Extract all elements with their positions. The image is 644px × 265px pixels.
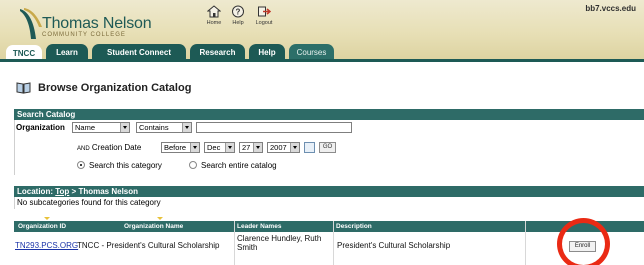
creation-date-label: AND Creation Date bbox=[77, 143, 141, 152]
table-row: TN293.PCS.ORG TNCC - President's Cultura… bbox=[14, 233, 644, 259]
breadcrumb-current: Thomas Nelson bbox=[78, 187, 139, 196]
top-links: Home ? Help Logout bbox=[197, 5, 287, 35]
column-organization-id[interactable]: Organization ID bbox=[18, 223, 66, 230]
search-field-value: Name bbox=[75, 123, 96, 132]
scope-this-category-radio[interactable] bbox=[77, 161, 85, 169]
organization-id-link[interactable]: TN293.PCS.ORG bbox=[15, 241, 78, 250]
sort-indicator-icon bbox=[44, 217, 50, 220]
and-label: AND bbox=[77, 146, 90, 152]
tab-courses[interactable]: Courses bbox=[289, 44, 334, 62]
row-leader-names: Clarence Hundley, Ruth Smith bbox=[237, 234, 321, 252]
chevron-down-icon bbox=[290, 143, 299, 152]
chevron-down-icon bbox=[182, 123, 191, 132]
column-leader-names[interactable]: Leader Names bbox=[237, 223, 281, 230]
home-icon bbox=[207, 5, 221, 18]
search-catalog-panel: Organization Name Contains AND Creation … bbox=[14, 120, 644, 175]
date-operator-select[interactable]: Before bbox=[161, 142, 200, 153]
chevron-down-icon bbox=[190, 143, 199, 152]
home-label: Home bbox=[206, 20, 222, 26]
search-catalog-header: Search Catalog bbox=[14, 109, 644, 120]
date-label: Creation Date bbox=[91, 143, 142, 152]
no-subcategories-message: No subcategories found for this category bbox=[14, 197, 644, 209]
tab-research[interactable]: Research bbox=[190, 44, 245, 62]
logo-swoosh-icon bbox=[20, 8, 42, 39]
tab-learn[interactable]: Learn bbox=[46, 44, 88, 62]
day-select[interactable]: 27 bbox=[239, 142, 263, 153]
month-select[interactable]: Dec bbox=[204, 142, 235, 153]
highlight-circle-annotation bbox=[557, 218, 610, 265]
organization-label: Organization bbox=[16, 123, 65, 132]
row-description: President's Cultural Scholarship bbox=[337, 241, 451, 250]
scope-entire-catalog-radio[interactable] bbox=[189, 161, 197, 169]
chevron-down-icon bbox=[225, 143, 234, 152]
host-name: bb7.vccs.edu bbox=[585, 4, 636, 13]
month-value: Dec bbox=[207, 143, 221, 152]
day-value: 27 bbox=[242, 143, 251, 152]
row-organization-id: TN293.PCS.ORG bbox=[15, 241, 78, 250]
column-organization-name[interactable]: Organization Name bbox=[124, 223, 183, 230]
year-value: 2007 bbox=[270, 143, 287, 152]
logout-link[interactable]: Logout bbox=[249, 5, 279, 26]
location-label: Location: bbox=[17, 187, 53, 196]
logout-label: Logout bbox=[255, 20, 273, 26]
scope-entire-catalog-label: Search entire catalog bbox=[201, 161, 277, 170]
chevron-down-icon bbox=[253, 143, 262, 152]
svg-text:?: ? bbox=[236, 8, 241, 17]
page-title-text: Browse Organization Catalog bbox=[38, 82, 192, 94]
search-input[interactable] bbox=[196, 122, 352, 133]
book-icon bbox=[16, 82, 31, 94]
date-operator-value: Before bbox=[164, 143, 187, 152]
logo-title: Thomas Nelson bbox=[42, 15, 152, 32]
row-organization-name: TNCC - President's Cultural Scholarship bbox=[77, 241, 220, 250]
scope-this-category-label: Search this category bbox=[89, 161, 162, 170]
chevron-down-icon bbox=[120, 123, 129, 132]
search-operator-value: Contains bbox=[139, 123, 169, 132]
header-banner: Thomas Nelson COMMUNITY COLLEGE Home ? H… bbox=[0, 0, 644, 62]
college-logo[interactable]: Thomas Nelson COMMUNITY COLLEGE bbox=[18, 5, 178, 41]
calendar-icon[interactable] bbox=[304, 142, 315, 153]
location-breadcrumb: Location: Top > Thomas Nelson bbox=[14, 186, 644, 197]
leader-names-line-2: Smith bbox=[237, 243, 258, 252]
results-table-header: Organization ID Organization Name Leader… bbox=[14, 217, 644, 232]
tab-student-connect[interactable]: Student Connect bbox=[92, 44, 186, 62]
column-description[interactable]: Description bbox=[336, 223, 372, 230]
breadcrumb-separator: > bbox=[71, 187, 77, 196]
search-field-select[interactable]: Name bbox=[72, 122, 130, 133]
year-select[interactable]: 2007 bbox=[267, 142, 300, 153]
logout-icon bbox=[258, 6, 271, 17]
help-label: Help bbox=[232, 20, 244, 26]
tab-tncc[interactable]: TNCC bbox=[6, 45, 42, 62]
logo-subtitle: COMMUNITY COLLEGE bbox=[42, 32, 126, 38]
search-operator-select[interactable]: Contains bbox=[136, 122, 192, 133]
go-button[interactable]: GO bbox=[319, 142, 336, 153]
tab-help[interactable]: Help bbox=[249, 44, 285, 62]
sort-indicator-icon bbox=[157, 217, 163, 220]
help-icon: ? bbox=[232, 5, 244, 18]
leader-names-line-1: Clarence Hundley, Ruth bbox=[237, 234, 322, 243]
breadcrumb-top-link[interactable]: Top bbox=[55, 187, 69, 196]
